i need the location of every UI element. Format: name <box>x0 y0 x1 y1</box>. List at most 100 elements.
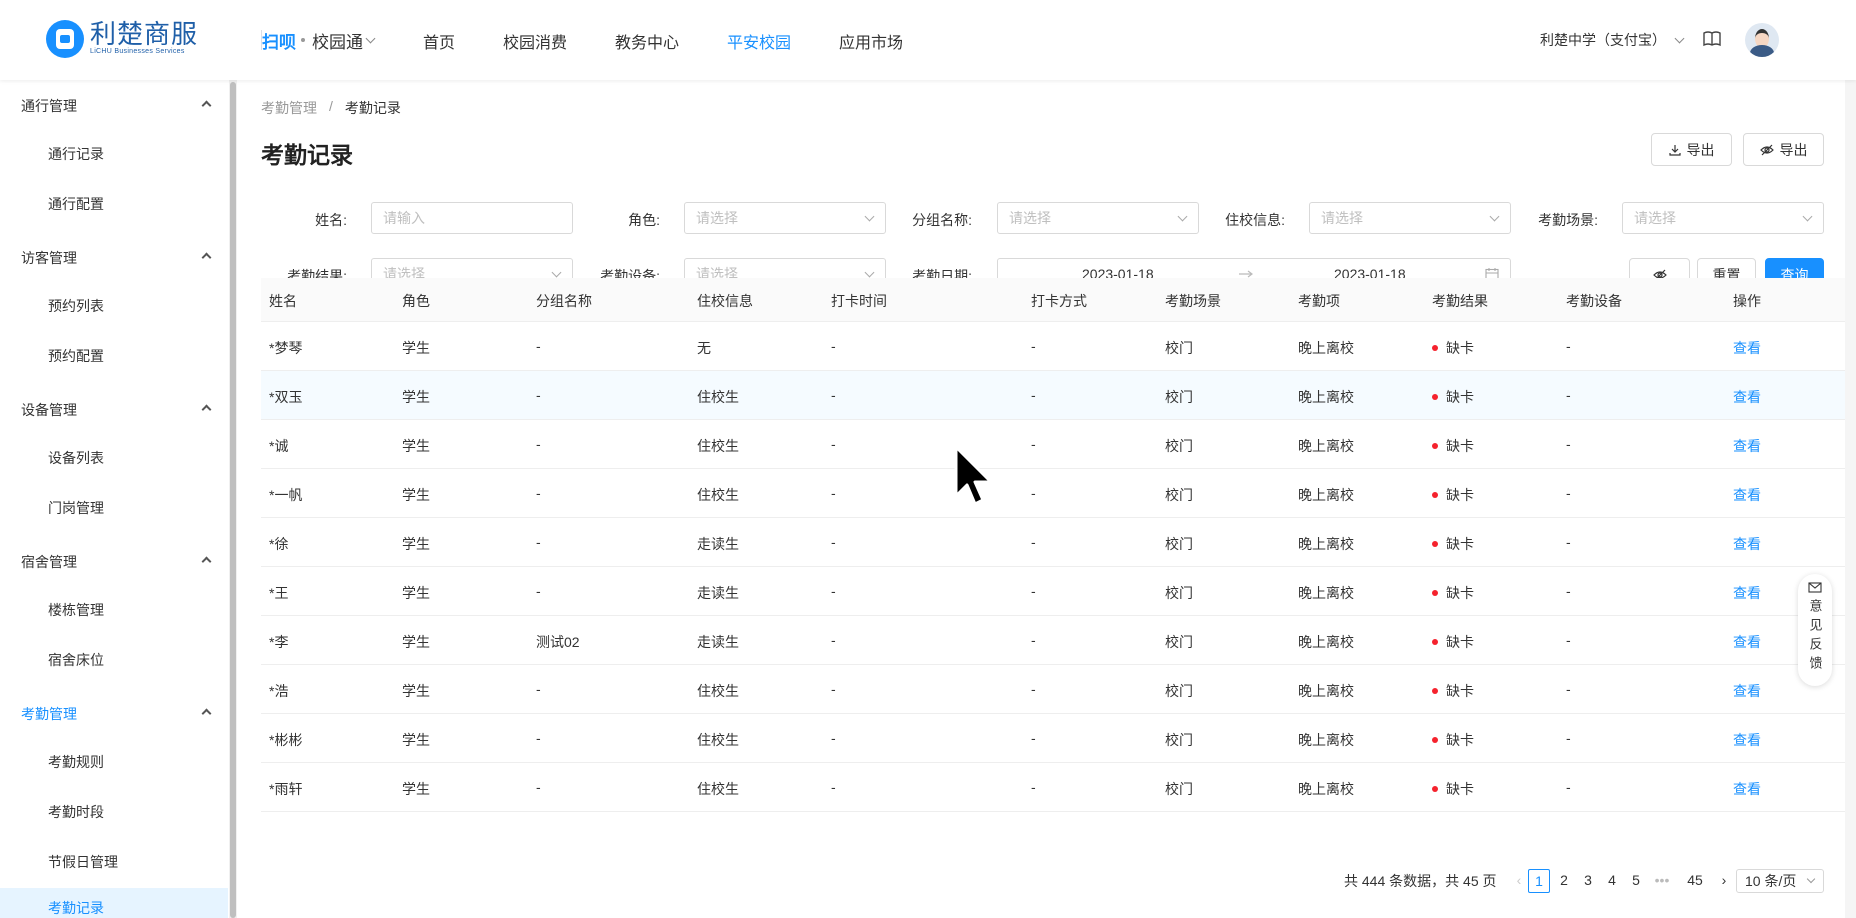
table-row[interactable]: *梦琴 学生 - 无 - - 校门 晚上离校 缺卡 - 查看 <box>261 322 1849 371</box>
table-row[interactable]: *浩 学生 - 住校生 - - 校门 晚上离校 缺卡 - 查看 <box>261 665 1849 714</box>
sidebar-item-access-records[interactable]: 通行记录 <box>48 144 104 164</box>
pagination-page-4[interactable]: 4 <box>1601 869 1623 893</box>
sidebar-group-attendance[interactable]: 考勤管理 <box>21 704 77 724</box>
school-selector[interactable]: 利楚中学（支付宝） <box>1540 30 1685 50</box>
chevron-up-icon[interactable] <box>201 404 212 415</box>
view-link[interactable]: 查看 <box>1733 730 1761 750</box>
mouse-cursor-icon <box>954 445 993 506</box>
scene-select[interactable]: 请选择 <box>1622 202 1824 234</box>
pagination-page-2[interactable]: 2 <box>1553 869 1575 893</box>
cell-group: - <box>536 534 541 550</box>
sidebar-item-building-management[interactable]: 楼栋管理 <box>48 600 104 620</box>
chevron-up-icon[interactable] <box>201 100 212 111</box>
status-dot <box>1432 639 1438 645</box>
cell-role: 学生 <box>402 634 430 650</box>
nav-academic-center[interactable]: 教务中心 <box>615 29 679 53</box>
pagination-next[interactable]: › <box>1713 869 1735 893</box>
main-scrollbar[interactable] <box>1845 80 1856 918</box>
table-row[interactable]: *王 学生 - 走读生 - - 校门 晚上离校 缺卡 - 查看 <box>261 567 1849 616</box>
cell-name: *一帆 <box>269 487 303 503</box>
cell-group: 测试02 <box>536 634 580 650</box>
chevron-up-icon[interactable] <box>201 556 212 567</box>
view-link[interactable]: 查看 <box>1733 485 1761 505</box>
book-icon[interactable] <box>1703 31 1721 47</box>
nav-campus-consumption[interactable]: 校园消费 <box>503 29 567 53</box>
table-row[interactable]: *李 学生 测试02 走读生 - - 校门 晚上离校 缺卡 - 查看 <box>261 616 1849 665</box>
breadcrumb-current: 考勤记录 <box>344 100 401 116</box>
table-row[interactable]: *双玉 学生 - 住校生 - - 校门 晚上离校 缺卡 - 查看 <box>261 371 1849 420</box>
column-header-action: 操作 <box>1733 293 1761 309</box>
cell-role: 学生 <box>402 438 430 454</box>
export-masked-button-label: 导出 <box>1779 141 1808 158</box>
nav-home[interactable]: 首页 <box>423 29 455 53</box>
app-switcher-label: 校园通 <box>312 33 363 52</box>
sidebar-item-holiday-management[interactable]: 节假日管理 <box>48 852 118 872</box>
sidebar-item-attendance-records[interactable]: 考勤记录 <box>0 888 228 918</box>
view-link[interactable]: 查看 <box>1733 534 1761 554</box>
pagination-page-45[interactable]: 45 <box>1684 869 1706 893</box>
cell-boarding: 住校生 <box>697 732 739 748</box>
role-select[interactable]: 请选择 <box>684 202 886 234</box>
pagination-page-3[interactable]: 3 <box>1577 869 1599 893</box>
pagination-page-1[interactable]: 1 <box>1528 869 1550 893</box>
sidebar-item-attendance-rules[interactable]: 考勤规则 <box>48 752 104 772</box>
filter-scene-label: 考勤场景: <box>1538 212 1598 228</box>
view-link[interactable]: 查看 <box>1733 387 1761 407</box>
view-link[interactable]: 查看 <box>1733 583 1761 603</box>
view-link[interactable]: 查看 <box>1733 779 1761 799</box>
nav-app-market[interactable]: 应用市场 <box>839 29 903 53</box>
cell-punch-method: - <box>1031 485 1036 501</box>
cell-punch-time: - <box>831 338 836 354</box>
cell-boarding: 走读生 <box>697 536 739 552</box>
nav-safe-campus[interactable]: 平安校园 <box>727 29 791 53</box>
breadcrumb-parent[interactable]: 考勤管理 <box>261 98 317 118</box>
sidebar-group-visitors[interactable]: 访客管理 <box>21 248 77 268</box>
page-title: 考勤记录 <box>261 142 353 168</box>
table-row[interactable]: *雨轩 学生 - 住校生 - - 校门 晚上离校 缺卡 - 查看 <box>261 763 1849 812</box>
view-link[interactable]: 查看 <box>1733 338 1761 358</box>
chevron-up-icon[interactable] <box>201 708 212 719</box>
pagination-ellipsis[interactable]: ••• <box>1651 869 1673 893</box>
chevron-up-icon[interactable] <box>201 252 212 263</box>
table-row[interactable]: *彬彬 学生 - 住校生 - - 校门 晚上离校 缺卡 - 查看 <box>261 714 1849 763</box>
sidebar-item-attendance-periods[interactable]: 考勤时段 <box>48 802 104 822</box>
feedback-tab[interactable]: 意见反馈 <box>1798 574 1832 686</box>
view-link[interactable]: 查看 <box>1733 681 1761 701</box>
name-input[interactable]: 请输入 <box>371 202 573 234</box>
group-select[interactable]: 请选择 <box>997 202 1199 234</box>
sidebar-item-dorm-beds[interactable]: 宿舍床位 <box>48 650 104 670</box>
sidebar-scrollbar-thumb[interactable] <box>230 82 236 918</box>
boarding-select[interactable]: 请选择 <box>1309 202 1511 234</box>
sidebar-item-reservation-list[interactable]: 预约列表 <box>48 296 104 316</box>
sidebar-group-dormitory[interactable]: 宿舍管理 <box>21 552 77 572</box>
sidebar-item-reservation-config[interactable]: 预约配置 <box>48 346 104 366</box>
cell-name: *王 <box>269 585 289 601</box>
cell-punch-method: - <box>1031 338 1036 354</box>
cell-name: *徐 <box>269 536 289 552</box>
result-text: 缺卡 <box>1446 340 1474 356</box>
sidebar-item-access-config[interactable]: 通行配置 <box>48 194 104 214</box>
brand-logo[interactable]: 利楚商服 LiCHU Businesses Services <box>46 20 198 58</box>
cell-boarding: 住校生 <box>697 781 739 797</box>
export-masked-button[interactable]: 导出 <box>1743 133 1824 166</box>
sidebar-item-gate-management[interactable]: 门岗管理 <box>48 498 104 518</box>
table-row[interactable]: *徐 学生 - 走读生 - - 校门 晚上离校 缺卡 - 查看 <box>261 518 1849 567</box>
table-row[interactable]: *一帆 学生 - 住校生 - - 校门 晚上离校 缺卡 - 查看 <box>261 469 1849 518</box>
cell-name: *梦琴 <box>269 340 303 356</box>
user-avatar[interactable] <box>1745 23 1779 57</box>
table-row[interactable]: *诚 学生 - 住校生 - - 校门 晚上离校 缺卡 - 查看 <box>261 420 1849 469</box>
sidebar-group-access[interactable]: 通行管理 <box>21 96 77 116</box>
view-link[interactable]: 查看 <box>1733 436 1761 456</box>
pagination-page-5[interactable]: 5 <box>1625 869 1647 893</box>
pagination-prev[interactable]: ‹ <box>1508 869 1530 893</box>
app-switcher[interactable]: 校园通 <box>312 28 376 53</box>
sidebar-item-device-list[interactable]: 设备列表 <box>48 448 104 468</box>
view-link[interactable]: 查看 <box>1733 632 1761 652</box>
page-size-select[interactable]: 10 条/页 <box>1736 869 1824 893</box>
export-button[interactable]: 导出 <box>1651 133 1732 166</box>
sidebar-group-devices[interactable]: 设备管理 <box>21 400 77 420</box>
cell-item: 晚上离校 <box>1298 683 1354 699</box>
status-dot <box>1432 590 1438 596</box>
chevron-down-icon <box>1806 874 1816 884</box>
cell-item: 晚上离校 <box>1298 585 1354 601</box>
